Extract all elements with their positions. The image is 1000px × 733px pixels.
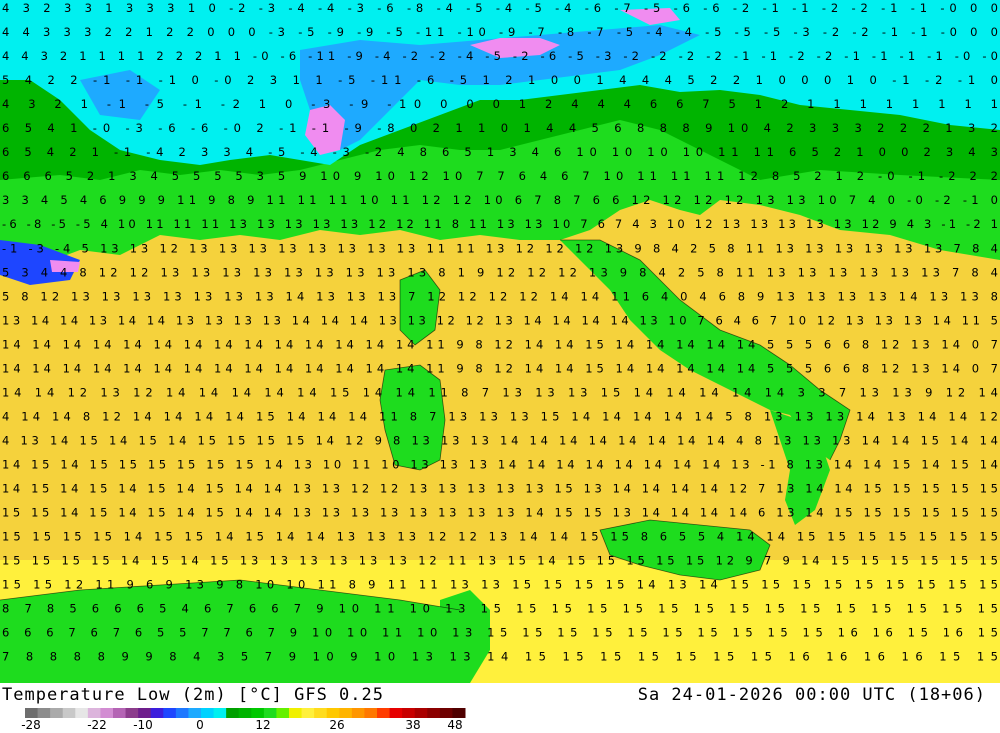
legend-swatch [37, 708, 51, 718]
legend-swatch [276, 708, 290, 718]
legend-swatch [439, 708, 453, 718]
legend-swatch [125, 708, 139, 718]
legend-swatch [113, 708, 127, 718]
legend-swatch [364, 708, 378, 718]
legend-swatch [389, 708, 403, 718]
map-datetime: Sa 24-01-2026 00:00 UTC (18+06) [637, 685, 986, 705]
color-legend: -28 -22 -10 0 12 26 38 48 [20, 705, 470, 733]
legend-swatch [414, 708, 428, 718]
legend-swatch [351, 708, 365, 718]
legend-swatch [452, 708, 466, 718]
value-label-row: 14 15 14 15 14 15 14 15 14 14 13 13 12 1… [2, 482, 998, 496]
map-title: Temperature Low (2m) [°C] GFS 0.25 [2, 685, 384, 705]
legend-tick: 26 [329, 718, 345, 732]
legend-swatch [263, 708, 277, 718]
legend-swatch [188, 708, 202, 718]
value-label-row: 13 14 14 13 14 14 13 13 13 13 14 14 14 1… [2, 313, 998, 327]
value-label-row: 15 15 14 15 14 15 14 15 14 14 13 13 13 1… [2, 506, 998, 520]
legend-swatch [427, 708, 441, 718]
legend-swatch [50, 708, 64, 718]
legend-swatch [251, 708, 265, 718]
legend-tick: -28 [21, 718, 41, 732]
legend-swatch [238, 708, 252, 718]
legend-swatch [339, 708, 353, 718]
legend-swatch [326, 708, 340, 718]
value-label-row: 6 6 6 5 2 1 3 4 5 5 5 5 3 5 9 10 9 10 12… [2, 169, 998, 183]
legend-swatch [402, 708, 416, 718]
temperature-map: 4 3 2 3 3 1 3 3 3 1 0 -2 -3 -4 -4 -3 -6 … [0, 0, 1000, 683]
legend-tick: 12 [255, 718, 271, 732]
legend-swatch [201, 708, 215, 718]
value-label-row: 3 3 4 5 4 6 9 9 9 11 9 8 9 11 11 11 10 1… [2, 193, 998, 207]
legend-swatch [87, 708, 101, 718]
legend-swatch [289, 708, 303, 718]
legend-swatch [75, 708, 89, 718]
legend-tick: -10 [133, 718, 153, 732]
legend-swatch [150, 708, 164, 718]
map-canvas: 4 3 2 3 3 1 3 3 3 1 0 -2 -3 -4 -4 -3 -6 … [0, 0, 1000, 683]
legend-swatch [213, 708, 227, 718]
value-label-row: 4 13 14 15 14 15 14 15 15 15 15 14 12 9 … [2, 434, 998, 448]
legend-tick: -22 [87, 718, 107, 732]
legend-swatch [163, 708, 177, 718]
legend-swatch [301, 708, 315, 718]
legend-swatch [175, 708, 189, 718]
legend-swatch [314, 708, 328, 718]
value-label-row: 14 15 14 15 15 15 15 15 15 14 13 10 11 1… [2, 458, 998, 472]
legend-swatch [25, 708, 39, 718]
legend-tick: 0 [196, 718, 204, 732]
legend-tick: 48 [447, 718, 463, 732]
value-label-row: -6 -8 -5 -5 4 10 11 11 11 13 13 13 13 13… [2, 217, 998, 231]
value-label-row: 6 5 4 1 -0 -3 -6 -6 -0 2 -1 -1 -9 -8 0 2… [2, 121, 998, 135]
legend-swatch [138, 708, 152, 718]
legend-tick: 38 [405, 718, 421, 732]
legend-swatch [100, 708, 114, 718]
value-label-row: 15 15 15 15 14 15 14 15 13 13 13 13 13 1… [2, 554, 998, 568]
value-label-row: 8 7 8 5 6 6 6 5 4 6 7 6 6 7 9 10 11 10 1… [2, 602, 998, 616]
legend-swatch [62, 708, 76, 718]
legend-swatch [377, 708, 391, 718]
footer-bar: Temperature Low (2m) [°C] GFS 0.25 Sa 24… [0, 683, 1000, 733]
value-label-row: -1 -3 -4 5 13 13 12 13 13 13 13 13 13 13… [2, 241, 998, 255]
legend-swatch [226, 708, 240, 718]
